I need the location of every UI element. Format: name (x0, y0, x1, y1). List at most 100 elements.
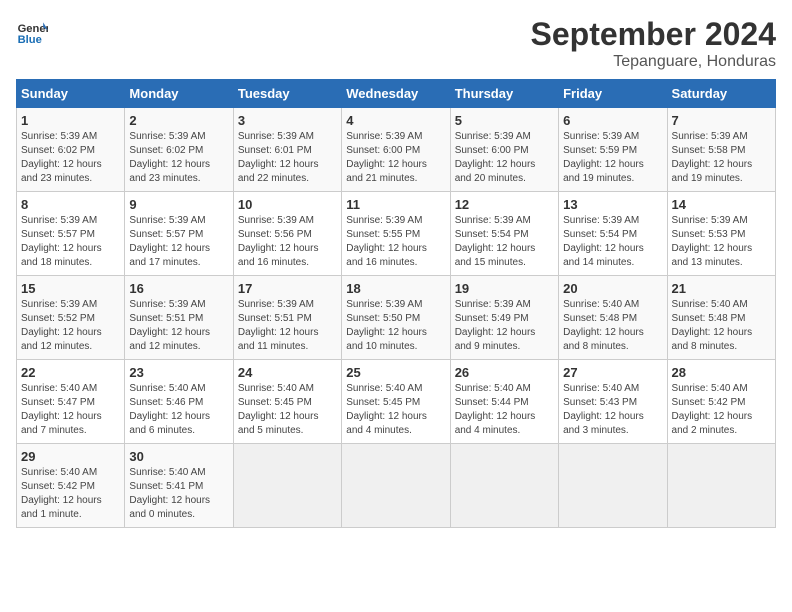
calendar-week-2: 8Sunrise: 5:39 AM Sunset: 5:57 PM Daylig… (17, 192, 776, 276)
day-number: 5 (455, 113, 554, 128)
day-number: 24 (238, 365, 337, 380)
day-info: Sunrise: 5:40 AM Sunset: 5:47 PM Dayligh… (21, 382, 120, 438)
day-number: 26 (455, 365, 554, 380)
day-info: Sunrise: 5:40 AM Sunset: 5:43 PM Dayligh… (563, 382, 662, 438)
calendar-cell: 29 Sunrise: 5:40 AM Sunset: 5:42 PM Dayli… (17, 444, 125, 528)
calendar-cell: 5 Sunrise: 5:39 AM Sunset: 6:00 PM Daylig… (450, 108, 558, 192)
calendar-cell: 6Sunrise: 5:39 AM Sunset: 5:59 PM Daylig… (559, 108, 667, 192)
day-info: Sunrise: 5:39 AM Sunset: 6:02 PM Dayligh… (21, 130, 120, 186)
day-number: 3 (238, 113, 337, 128)
logo: General Blue (16, 16, 48, 48)
day-info: Sunrise: 5:39 AM Sunset: 6:02 PM Dayligh… (129, 130, 228, 186)
calendar-week-1: 1Sunrise: 5:39 AM Sunset: 6:02 PM Daylig… (17, 108, 776, 192)
calendar-cell: 26 Sunrise: 5:40 AM Sunset: 5:44 PM Dayli… (450, 360, 558, 444)
day-number: 20 (563, 281, 662, 296)
day-info: Sunrise: 5:40 AM Sunset: 5:41 PM Dayligh… (129, 466, 228, 522)
day-info: Sunrise: 5:39 AM Sunset: 5:54 PM Dayligh… (455, 214, 554, 270)
day-info: Sunrise: 5:40 AM Sunset: 5:42 PM Dayligh… (672, 382, 771, 438)
day-info: Sunrise: 5:39 AM Sunset: 6:01 PM Dayligh… (238, 130, 337, 186)
day-info: Sunrise: 5:40 AM Sunset: 5:44 PM Dayligh… (455, 382, 554, 438)
calendar-cell: 23Sunrise: 5:40 AM Sunset: 5:46 PM Dayli… (125, 360, 233, 444)
calendar-cell (233, 444, 341, 528)
day-number: 4 (346, 113, 445, 128)
day-number: 16 (129, 281, 228, 296)
day-info: Sunrise: 5:40 AM Sunset: 5:46 PM Dayligh… (129, 382, 228, 438)
location-subtitle: Tepanguare, Honduras (531, 53, 776, 71)
calendar-cell: 30 Sunrise: 5:40 AM Sunset: 5:41 PM Dayli… (125, 444, 233, 528)
calendar-cell: 20 Sunrise: 5:40 AM Sunset: 5:48 PM Dayli… (559, 276, 667, 360)
calendar-header-monday: Monday (125, 80, 233, 108)
day-info: Sunrise: 5:39 AM Sunset: 6:00 PM Dayligh… (455, 130, 554, 186)
day-info: Sunrise: 5:39 AM Sunset: 5:56 PM Dayligh… (238, 214, 337, 270)
calendar-header-wednesday: Wednesday (342, 80, 450, 108)
day-info: Sunrise: 5:39 AM Sunset: 5:57 PM Dayligh… (21, 214, 120, 270)
title-area: September 2024 Tepanguare, Honduras (531, 16, 776, 71)
calendar-cell: 10 Sunrise: 5:39 AM Sunset: 5:56 PM Dayli… (233, 192, 341, 276)
calendar-cell: 21 Sunrise: 5:40 AM Sunset: 5:48 PM Dayli… (667, 276, 775, 360)
day-info: Sunrise: 5:39 AM Sunset: 5:52 PM Dayligh… (21, 298, 120, 354)
calendar-cell: 17Sunrise: 5:39 AM Sunset: 5:51 PM Dayli… (233, 276, 341, 360)
month-title: September 2024 (531, 16, 776, 53)
calendar-cell: 16 Sunrise: 5:39 AM Sunset: 5:51 PM Dayli… (125, 276, 233, 360)
day-number: 10 (238, 197, 337, 212)
day-info: Sunrise: 5:40 AM Sunset: 5:48 PM Dayligh… (563, 298, 662, 354)
day-info: Sunrise: 5:40 AM Sunset: 5:48 PM Dayligh… (672, 298, 771, 354)
calendar-cell: 11 Sunrise: 5:39 AM Sunset: 5:55 PM Dayli… (342, 192, 450, 276)
day-number: 21 (672, 281, 771, 296)
day-number: 15 (21, 281, 120, 296)
day-info: Sunrise: 5:39 AM Sunset: 5:53 PM Dayligh… (672, 214, 771, 270)
calendar-body: 1Sunrise: 5:39 AM Sunset: 6:02 PM Daylig… (17, 108, 776, 528)
day-info: Sunrise: 5:39 AM Sunset: 5:54 PM Dayligh… (563, 214, 662, 270)
calendar-header-sunday: Sunday (17, 80, 125, 108)
calendar-cell: 27 Sunrise: 5:40 AM Sunset: 5:43 PM Dayli… (559, 360, 667, 444)
day-number: 28 (672, 365, 771, 380)
calendar-cell (342, 444, 450, 528)
calendar-header-row: SundayMondayTuesdayWednesdayThursdayFrid… (17, 80, 776, 108)
calendar-cell: 25 Sunrise: 5:40 AM Sunset: 5:45 PM Dayli… (342, 360, 450, 444)
day-number: 6 (563, 113, 662, 128)
day-number: 29 (21, 449, 120, 464)
day-info: Sunrise: 5:39 AM Sunset: 5:51 PM Dayligh… (129, 298, 228, 354)
calendar-cell: 19 Sunrise: 5:39 AM Sunset: 5:49 PM Dayli… (450, 276, 558, 360)
calendar-header-friday: Friday (559, 80, 667, 108)
day-number: 30 (129, 449, 228, 464)
calendar-cell: 24 Sunrise: 5:40 AM Sunset: 5:45 PM Dayli… (233, 360, 341, 444)
day-info: Sunrise: 5:39 AM Sunset: 6:00 PM Dayligh… (346, 130, 445, 186)
day-info: Sunrise: 5:39 AM Sunset: 5:58 PM Dayligh… (672, 130, 771, 186)
day-info: Sunrise: 5:39 AM Sunset: 5:55 PM Dayligh… (346, 214, 445, 270)
day-number: 18 (346, 281, 445, 296)
calendar-cell: 1Sunrise: 5:39 AM Sunset: 6:02 PM Daylig… (17, 108, 125, 192)
logo-icon: General Blue (16, 16, 48, 48)
day-number: 2 (129, 113, 228, 128)
calendar-cell: 15 Sunrise: 5:39 AM Sunset: 5:52 PM Dayli… (17, 276, 125, 360)
calendar-cell: 14 Sunrise: 5:39 AM Sunset: 5:53 PM Dayli… (667, 192, 775, 276)
day-info: Sunrise: 5:39 AM Sunset: 5:49 PM Dayligh… (455, 298, 554, 354)
calendar-week-5: 29 Sunrise: 5:40 AM Sunset: 5:42 PM Dayli… (17, 444, 776, 528)
calendar-week-4: 22Sunrise: 5:40 AM Sunset: 5:47 PM Dayli… (17, 360, 776, 444)
day-number: 19 (455, 281, 554, 296)
day-info: Sunrise: 5:40 AM Sunset: 5:45 PM Dayligh… (238, 382, 337, 438)
day-number: 13 (563, 197, 662, 212)
calendar-week-3: 15 Sunrise: 5:39 AM Sunset: 5:52 PM Dayli… (17, 276, 776, 360)
calendar-header-thursday: Thursday (450, 80, 558, 108)
calendar-cell: 2 Sunrise: 5:39 AM Sunset: 6:02 PM Daylig… (125, 108, 233, 192)
day-number: 12 (455, 197, 554, 212)
day-info: Sunrise: 5:39 AM Sunset: 5:51 PM Dayligh… (238, 298, 337, 354)
calendar-cell: 13 Sunrise: 5:39 AM Sunset: 5:54 PM Dayli… (559, 192, 667, 276)
svg-text:Blue: Blue (18, 34, 42, 46)
day-number: 27 (563, 365, 662, 380)
day-number: 7 (672, 113, 771, 128)
calendar-cell: 12 Sunrise: 5:39 AM Sunset: 5:54 PM Dayli… (450, 192, 558, 276)
page-header: General Blue September 2024 Tepanguare, … (16, 16, 776, 71)
day-info: Sunrise: 5:39 AM Sunset: 5:50 PM Dayligh… (346, 298, 445, 354)
calendar-cell (667, 444, 775, 528)
day-number: 14 (672, 197, 771, 212)
calendar-cell: 22Sunrise: 5:40 AM Sunset: 5:47 PM Dayli… (17, 360, 125, 444)
day-number: 25 (346, 365, 445, 380)
calendar-cell: 9Sunrise: 5:39 AM Sunset: 5:57 PM Daylig… (125, 192, 233, 276)
day-info: Sunrise: 5:40 AM Sunset: 5:45 PM Dayligh… (346, 382, 445, 438)
day-number: 11 (346, 197, 445, 212)
day-info: Sunrise: 5:40 AM Sunset: 5:42 PM Dayligh… (21, 466, 120, 522)
day-info: Sunrise: 5:39 AM Sunset: 5:57 PM Dayligh… (129, 214, 228, 270)
calendar-cell (450, 444, 558, 528)
